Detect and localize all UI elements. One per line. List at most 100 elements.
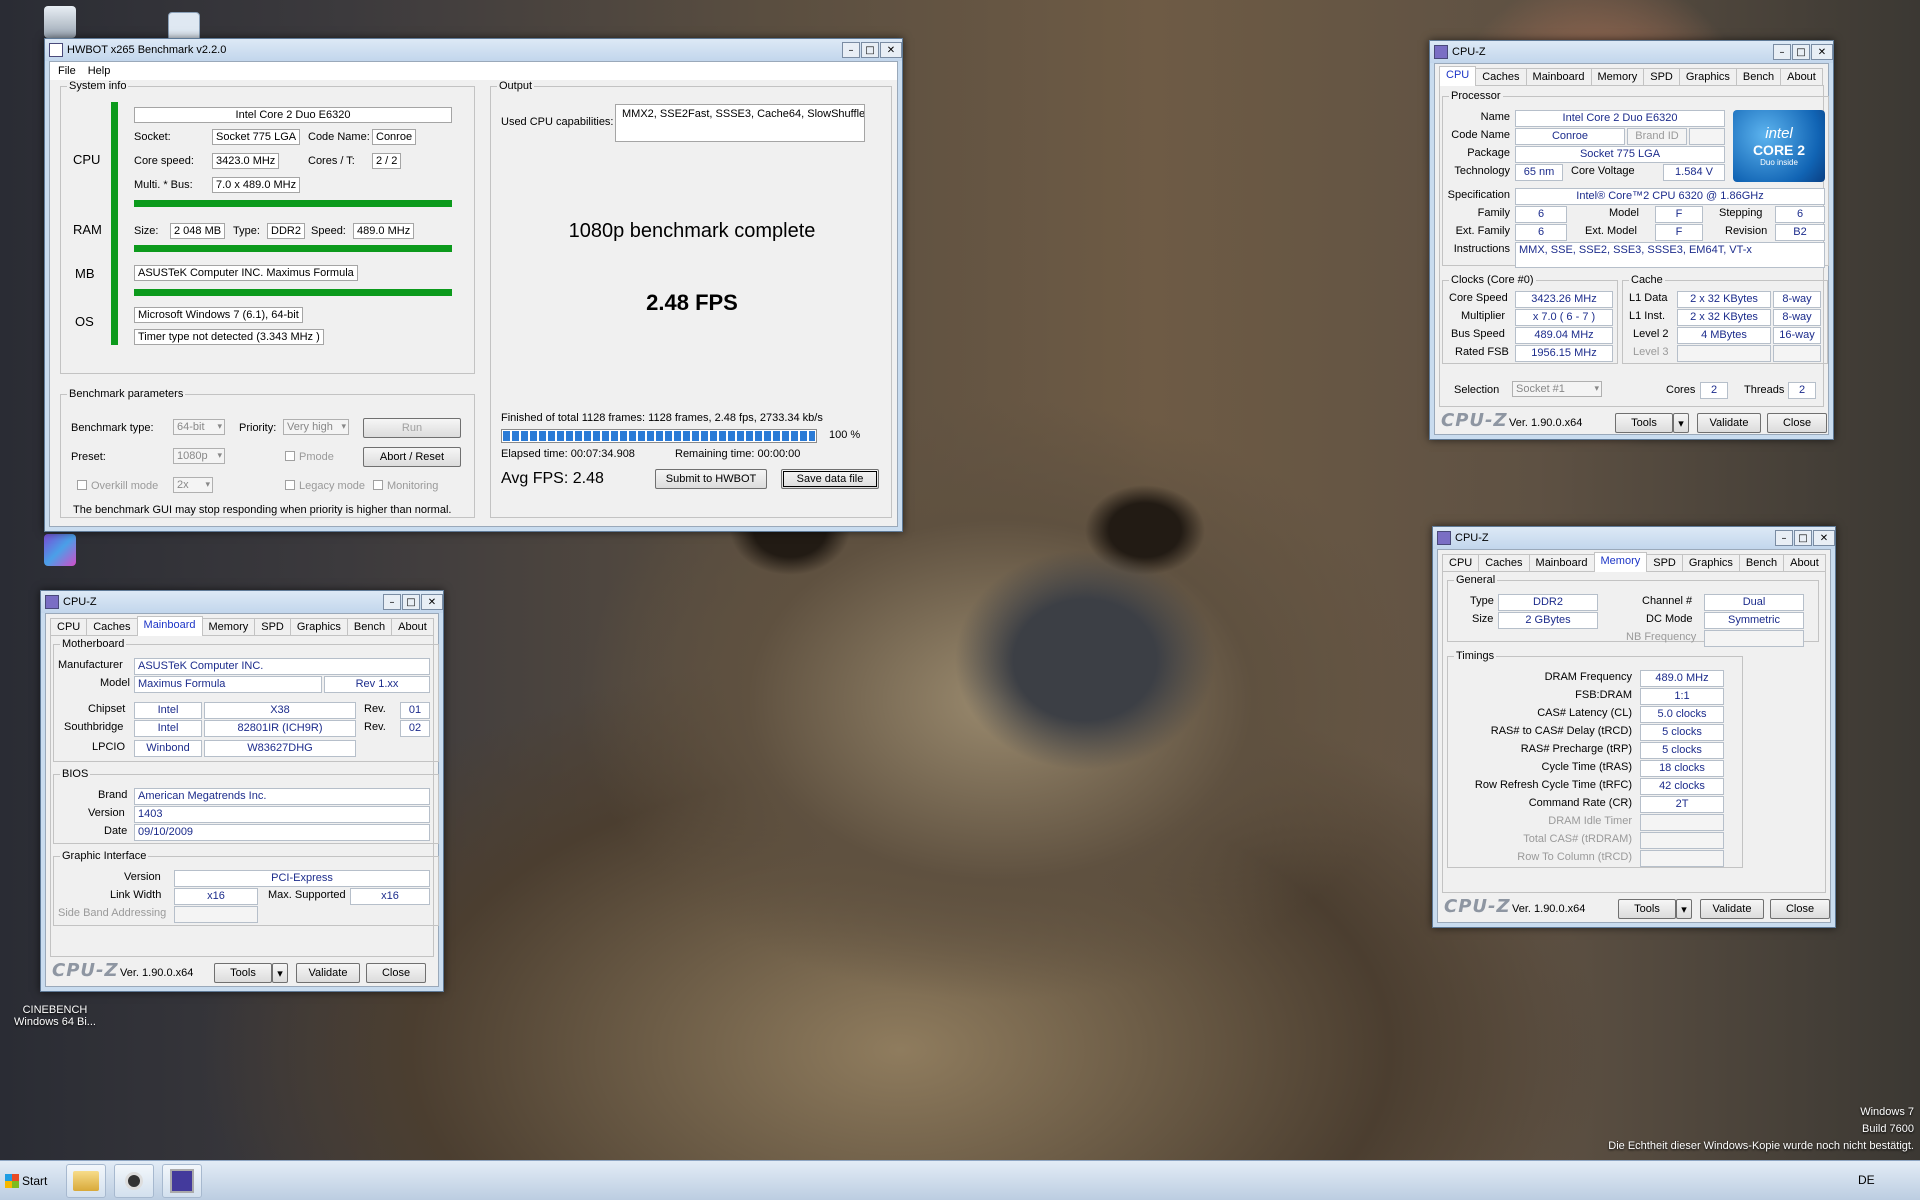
tab-bench[interactable]: Bench (346, 618, 393, 636)
validate-button[interactable]: Validate (1697, 413, 1761, 433)
validate-button[interactable]: Validate (296, 963, 360, 983)
overkill-label: Overkill mode (91, 480, 159, 492)
core-logo-text: CORE 2 (1752, 142, 1806, 158)
minimize-button[interactable]: – (1775, 530, 1793, 546)
level2-ways: 16-way (1773, 327, 1821, 344)
tab-cpu[interactable]: CPU (1439, 66, 1477, 86)
menu-help[interactable]: Help (88, 65, 111, 77)
desktop-icon-wprime[interactable] (34, 534, 86, 568)
minimize-button[interactable]: – (383, 594, 401, 610)
tools-dropdown-button[interactable]: ▾ (272, 963, 288, 983)
legacy-checkbox[interactable]: Legacy mode (285, 480, 365, 492)
taskbar-hwbot-button[interactable] (114, 1164, 154, 1198)
tab-memory[interactable]: Memory (201, 618, 256, 636)
desktop-icon-recycle-bin[interactable] (34, 6, 86, 40)
menu-file[interactable]: File (58, 65, 76, 77)
monitoring-checkbox[interactable]: Monitoring (373, 480, 438, 492)
submit-hwbot-button[interactable]: Submit to HWBOT (655, 469, 767, 489)
lpcio-vendor: Winbond (134, 740, 202, 757)
tab-about[interactable]: About (1783, 554, 1826, 572)
tab-graphics[interactable]: Graphics (1681, 554, 1740, 572)
tools-button[interactable]: Tools (1618, 899, 1676, 919)
tab-cpu[interactable]: CPU (50, 618, 88, 636)
close-window-button[interactable]: Close (1767, 413, 1827, 433)
tab-memory[interactable]: Memory (1593, 552, 1648, 572)
language-indicator[interactable]: DE (1858, 1173, 1875, 1187)
tab-memory[interactable]: Memory (1590, 68, 1645, 86)
tab-bench[interactable]: Bench (1735, 68, 1782, 86)
timing-label: DRAM Frequency (1544, 671, 1632, 683)
stepping-label: Stepping (1719, 207, 1763, 219)
close-window-button[interactable]: Close (1770, 899, 1830, 919)
tab-cpu[interactable]: CPU (1442, 554, 1480, 572)
abort-reset-button[interactable]: Abort / Reset (363, 447, 461, 467)
level3-label: Level 3 (1633, 346, 1669, 358)
cpuz-mainboard-titlebar[interactable]: CPU-Z – □ ✕ (41, 591, 443, 613)
maximize-button[interactable]: □ (1792, 44, 1810, 60)
cpuz-cpu-titlebar[interactable]: CPU-Z – □ ✕ (1430, 41, 1833, 63)
socket-label: Socket: (134, 131, 171, 143)
tab-bench[interactable]: Bench (1738, 554, 1785, 572)
tools-button[interactable]: Tools (214, 963, 272, 983)
taskbar-explorer-button[interactable] (66, 1164, 106, 1198)
bus-speed-value: 489.04 MHz (1515, 327, 1613, 344)
tab-about[interactable]: About (391, 618, 434, 636)
cpuz-mainboard-window: CPU-Z – □ ✕ CPU Caches Mainboard Memory … (40, 590, 444, 992)
selection-label: Selection (1454, 384, 1500, 396)
maximize-button[interactable]: □ (861, 42, 879, 58)
tab-spd[interactable]: SPD (254, 618, 291, 636)
tab-mainboard[interactable]: Mainboard (136, 616, 203, 636)
close-button[interactable]: ✕ (1811, 44, 1833, 60)
minimize-button[interactable]: – (1773, 44, 1791, 60)
minimize-button[interactable]: – (842, 42, 860, 58)
cpu-section-label: CPU (73, 152, 101, 167)
tab-spd[interactable]: SPD (1646, 554, 1683, 572)
run-button[interactable]: Run (363, 418, 461, 438)
pmode-checkbox[interactable]: Pmode (285, 451, 334, 463)
priority-select[interactable]: Very high (283, 419, 349, 435)
timing-label: CAS# Latency (CL) (1537, 707, 1632, 719)
desktop-icon-label: CINEBENCH Windows 64 Bi... (14, 1004, 96, 1028)
specification-label: Specification (1447, 189, 1510, 201)
tab-spd[interactable]: SPD (1643, 68, 1680, 86)
taskbar-cpuz-button[interactable] (162, 1164, 202, 1198)
southbridge-vendor: Intel (134, 720, 202, 737)
bus-speed-label: Bus Speed (1451, 328, 1505, 340)
close-button[interactable]: ✕ (421, 594, 443, 610)
socket-select[interactable]: Socket #1 (1512, 381, 1602, 397)
progress-percent: 100 % (829, 429, 861, 441)
window-title: HWBOT x265 Benchmark v2.2.0 (67, 44, 227, 56)
tab-mainboard[interactable]: Mainboard (1525, 68, 1592, 86)
close-button[interactable]: ✕ (1813, 530, 1835, 546)
l1-inst-label: L1 Inst. (1629, 310, 1666, 322)
overkill-checkbox[interactable]: Overkill mode (77, 480, 158, 492)
maximize-button[interactable]: □ (402, 594, 420, 610)
overkill-select[interactable]: 2x (173, 477, 213, 493)
ram-speed-field: 489.0 MHz (353, 223, 415, 239)
brand-id-value (1689, 128, 1725, 145)
save-data-button[interactable]: Save data file (781, 469, 879, 489)
validate-button[interactable]: Validate (1700, 899, 1764, 919)
tools-dropdown-button[interactable]: ▾ (1673, 413, 1689, 433)
close-window-button[interactable]: Close (366, 963, 426, 983)
tab-mainboard[interactable]: Mainboard (1528, 554, 1595, 572)
hwbot-titlebar[interactable]: HWBOT x265 Benchmark v2.2.0 – □ ✕ (45, 39, 902, 61)
bench-type-select[interactable]: 64-bit (173, 419, 225, 435)
tab-graphics[interactable]: Graphics (289, 618, 348, 636)
tab-caches[interactable]: Caches (1478, 554, 1530, 572)
tools-button[interactable]: Tools (1615, 413, 1673, 433)
timing-value: 5 clocks (1640, 724, 1724, 741)
ram-separator-bar (134, 245, 452, 252)
tools-dropdown-button[interactable]: ▾ (1676, 899, 1692, 919)
close-button[interactable]: ✕ (880, 42, 902, 58)
tab-caches[interactable]: Caches (86, 618, 138, 636)
maximize-button[interactable]: □ (1794, 530, 1812, 546)
progress-fill (503, 431, 815, 441)
desktop-icon-cinebench[interactable]: CINEBENCH Windows 64 Bi... (10, 1004, 100, 1028)
start-button[interactable]: Start (2, 1167, 52, 1195)
tab-about[interactable]: About (1780, 68, 1823, 86)
cpuz-memory-titlebar[interactable]: CPU-Z – □ ✕ (1433, 527, 1835, 549)
preset-select[interactable]: 1080p (173, 448, 225, 464)
tab-caches[interactable]: Caches (1475, 68, 1527, 86)
tab-graphics[interactable]: Graphics (1678, 68, 1737, 86)
